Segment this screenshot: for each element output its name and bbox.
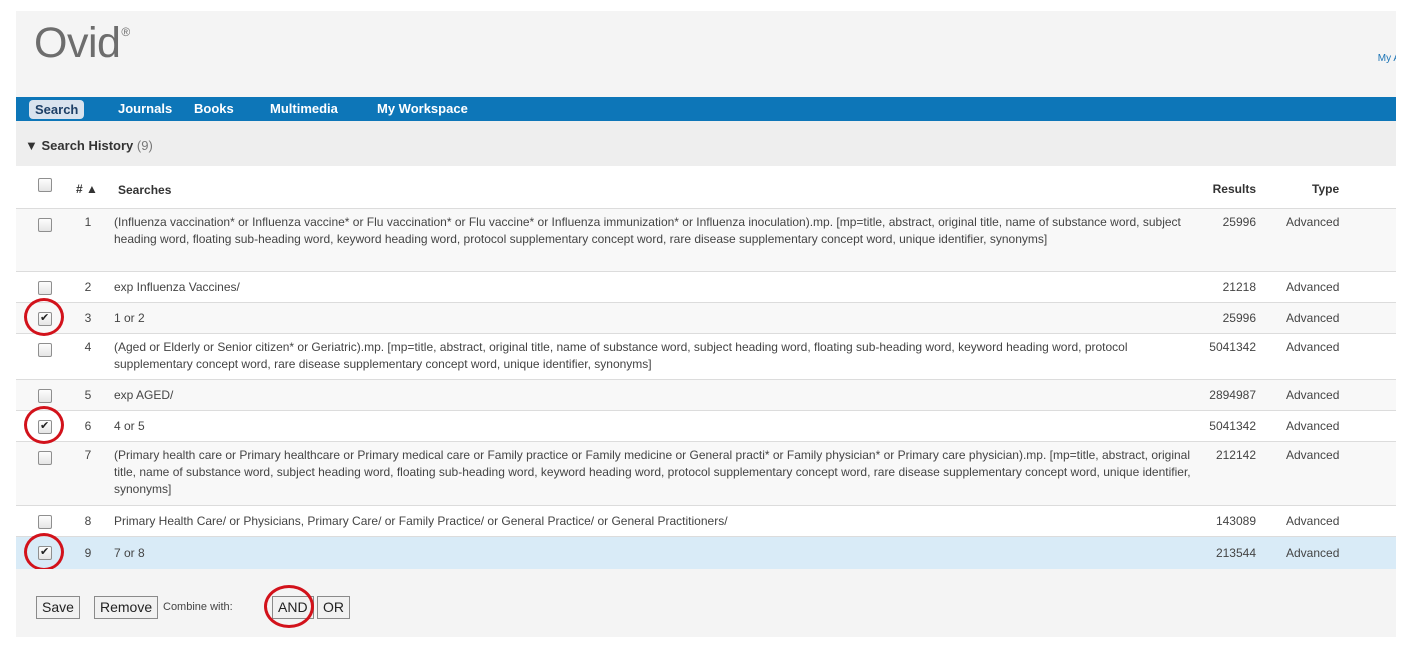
history-row-6: 6 4 or 5 5041342 Advanced — [16, 410, 1396, 442]
history-row-3: 3 1 or 2 25996 Advanced — [16, 302, 1396, 334]
highlight-circle-and — [264, 585, 314, 628]
search-history-label: Search History — [41, 138, 134, 153]
column-header-results: Results — [1212, 182, 1256, 196]
row-8-checkbox[interactable] — [38, 515, 52, 529]
main-nav: Search Journals Books Multimedia My Work… — [16, 97, 1396, 121]
row-6-type: Advanced — [1286, 419, 1340, 433]
row-8-number: 8 — [84, 514, 92, 528]
row-9-results[interactable]: 213544 — [1166, 546, 1256, 560]
row-1-search: (Influenza vaccination* or Influenza vac… — [114, 215, 1181, 246]
row-4-number: 4 — [84, 340, 92, 354]
row-1-number: 1 — [84, 215, 92, 229]
history-row-7: 7 (Primary health care or Primary health… — [16, 441, 1396, 506]
or-button[interactable]: OR — [317, 596, 350, 619]
remove-button[interactable]: Remove — [94, 596, 159, 619]
row-4-type: Advanced — [1286, 340, 1340, 354]
row-8-type: Advanced — [1286, 514, 1340, 528]
ovid-logo[interactable]: Ovid® — [34, 19, 130, 68]
history-row-2: 2 exp Influenza Vaccines/ 21218 Advanced — [16, 271, 1396, 303]
nav-search[interactable]: Search — [29, 100, 85, 119]
save-button[interactable]: Save — [36, 596, 80, 619]
row-3-number: 3 — [84, 311, 92, 325]
column-header-searches: Searches — [118, 183, 172, 197]
row-7-checkbox[interactable] — [38, 451, 52, 465]
search-history-table: # ▲ Searches Results Type 1 (Influenza v… — [16, 166, 1396, 571]
row-4-results[interactable]: 5041342 — [1166, 340, 1256, 354]
ovid-page: Ovid® My A Search Journals Books Multime… — [16, 11, 1396, 637]
row-5-type: Advanced — [1286, 388, 1340, 402]
row-5-checkbox[interactable] — [38, 389, 52, 403]
highlight-circle-row-3 — [24, 298, 64, 336]
row-2-type: Advanced — [1286, 280, 1340, 294]
row-3-search: 1 or 2 — [114, 311, 145, 325]
search-history-panel-header[interactable]: ▼ Search History (9) — [16, 121, 1396, 166]
row-1-results[interactable]: 25996 — [1166, 215, 1256, 229]
registered-mark: ® — [121, 24, 130, 39]
row-2-number: 2 — [84, 280, 92, 294]
row-5-number: 5 — [84, 388, 92, 402]
row-9-search: 7 or 8 — [114, 546, 145, 560]
history-row-9: 9 7 or 8 213544 Advanced — [16, 536, 1396, 571]
nav-journals[interactable]: Journals — [118, 101, 172, 116]
history-actions: Save Remove Combine with: AND OR — [16, 569, 1396, 637]
history-row-5: 5 exp AGED/ 2894987 Advanced — [16, 379, 1396, 411]
row-5-search: exp AGED/ — [114, 388, 174, 402]
row-2-results[interactable]: 21218 — [1166, 280, 1256, 294]
row-3-results[interactable]: 25996 — [1166, 311, 1256, 325]
row-7-type: Advanced — [1286, 448, 1340, 462]
combine-with-label: Combine with: — [163, 601, 233, 613]
history-row-1: 1 (Influenza vaccination* or Influenza v… — [16, 208, 1396, 272]
table-header-row: # ▲ Searches Results Type — [16, 166, 1396, 208]
nav-multimedia[interactable]: Multimedia — [270, 101, 338, 116]
row-4-search: (Aged or Elderly or Senior citizen* or G… — [114, 340, 1128, 371]
column-header-number[interactable]: # ▲ — [72, 182, 102, 196]
row-2-checkbox[interactable] — [38, 281, 52, 295]
search-history-count: (9) — [136, 138, 153, 153]
row-1-type: Advanced — [1286, 215, 1340, 229]
row-6-results[interactable]: 5041342 — [1166, 419, 1256, 433]
row-2-search: exp Influenza Vaccines/ — [114, 280, 240, 294]
row-8-search: Primary Health Care/ or Physicians, Prim… — [114, 514, 728, 528]
collapse-triangle-icon[interactable]: ▼ — [25, 138, 38, 153]
nav-books[interactable]: Books — [194, 101, 234, 116]
select-all-checkbox[interactable] — [38, 178, 52, 192]
my-account-link[interactable]: My A — [1378, 53, 1396, 64]
row-6-search: 4 or 5 — [114, 419, 145, 433]
header: Ovid® My A — [16, 11, 1396, 97]
history-row-8: 8 Primary Health Care/ or Physicians, Pr… — [16, 505, 1396, 537]
column-header-type: Type — [1312, 182, 1340, 196]
history-row-4: 4 (Aged or Elderly or Senior citizen* or… — [16, 333, 1396, 380]
row-7-search: (Primary health care or Primary healthca… — [114, 448, 1191, 496]
row-9-number: 9 — [84, 546, 92, 560]
search-history-title[interactable]: ▼ Search History (9) — [25, 138, 153, 153]
row-1-checkbox[interactable] — [38, 218, 52, 232]
row-8-results[interactable]: 143089 — [1166, 514, 1256, 528]
highlight-circle-row-9 — [24, 533, 64, 571]
highlight-circle-row-6 — [24, 406, 64, 444]
row-7-results[interactable]: 212142 — [1166, 448, 1256, 462]
row-4-checkbox[interactable] — [38, 343, 52, 357]
row-9-type: Advanced — [1286, 546, 1340, 560]
row-3-type: Advanced — [1286, 311, 1340, 325]
logo-text: Ovid — [34, 19, 121, 67]
nav-my-workspace[interactable]: My Workspace — [377, 101, 468, 116]
row-6-number: 6 — [84, 419, 92, 433]
row-5-results[interactable]: 2894987 — [1166, 388, 1256, 402]
row-7-number: 7 — [84, 448, 92, 462]
